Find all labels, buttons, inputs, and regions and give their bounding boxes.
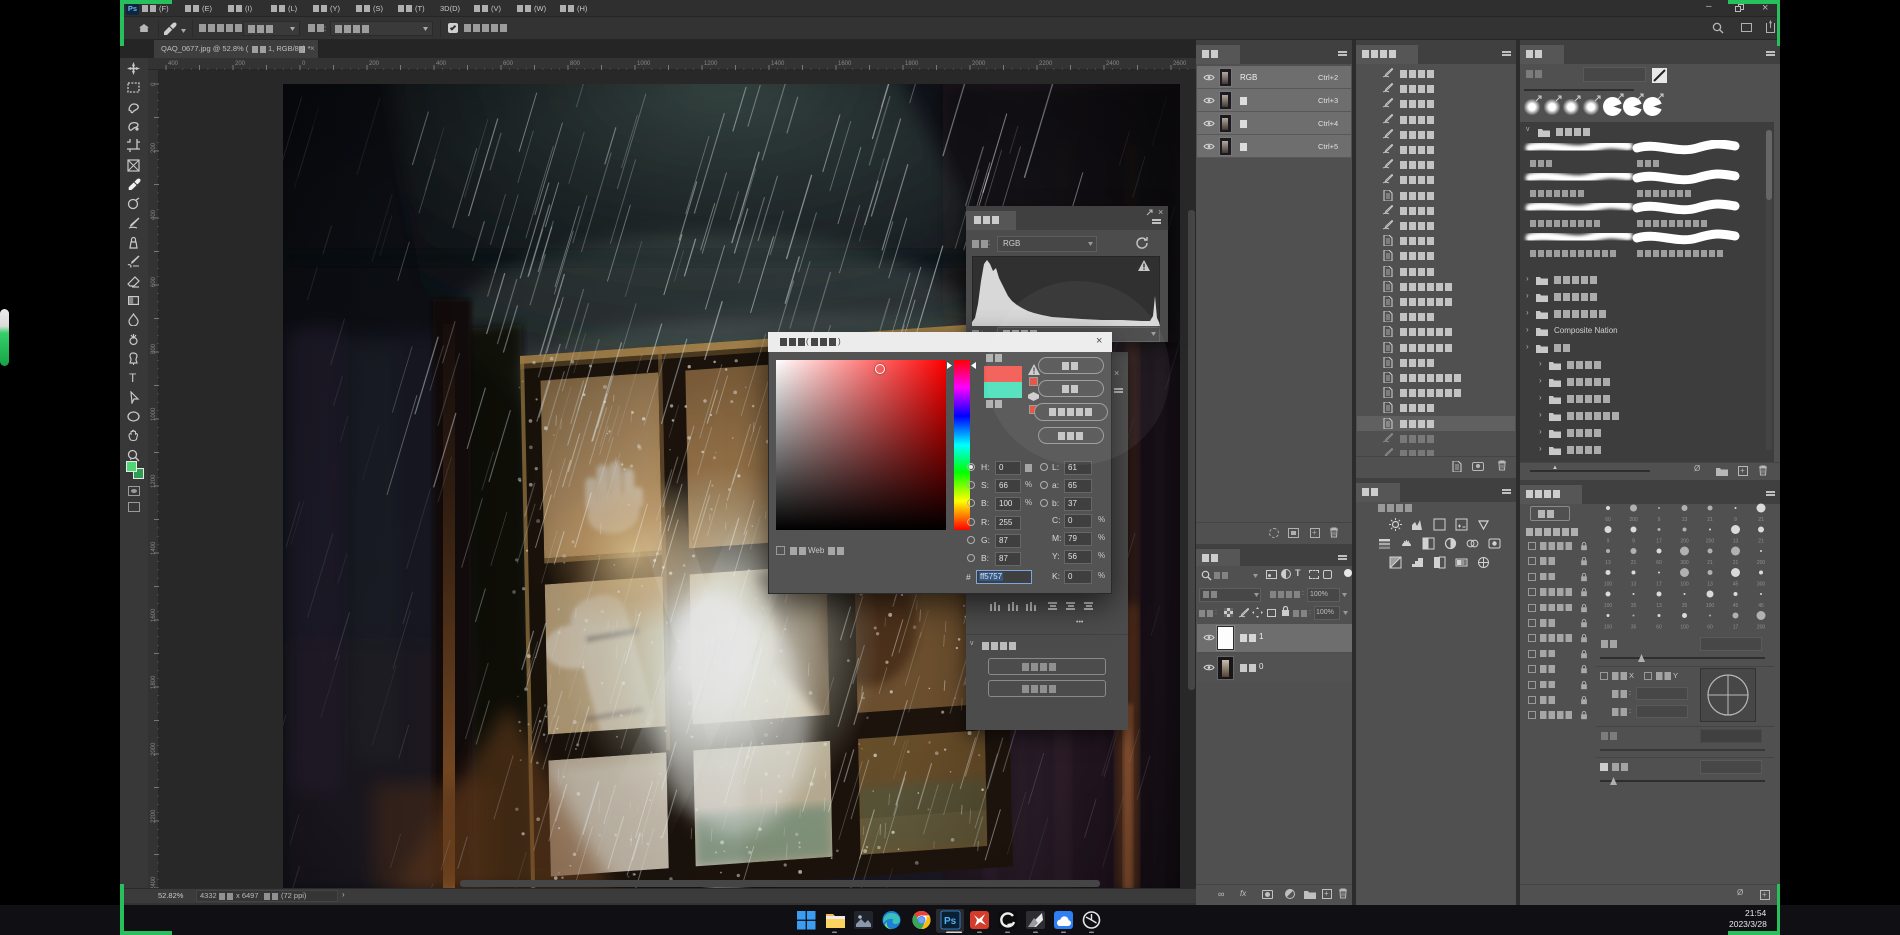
svg-text:200: 200 bbox=[1629, 517, 1638, 523]
svg-text:2000: 2000 bbox=[972, 61, 986, 67]
svg-text:13: 13 bbox=[1631, 582, 1637, 588]
svg-text:9: 9 bbox=[1734, 517, 1737, 523]
svg-text:35: 35 bbox=[1631, 603, 1637, 609]
svg-text:1600: 1600 bbox=[838, 61, 852, 67]
svg-text:35: 35 bbox=[1631, 625, 1637, 631]
svg-text:1200: 1200 bbox=[704, 61, 718, 67]
svg-text:T: T bbox=[129, 371, 137, 384]
svg-text:60: 60 bbox=[1605, 517, 1611, 523]
svg-text:1800: 1800 bbox=[905, 61, 919, 67]
svg-text:2200: 2200 bbox=[1039, 61, 1053, 67]
svg-text:2600: 2600 bbox=[1173, 61, 1187, 67]
svg-text:1200: 1200 bbox=[151, 474, 157, 488]
svg-text:13: 13 bbox=[1682, 517, 1688, 523]
svg-text:100: 100 bbox=[1604, 582, 1613, 588]
svg-text:21: 21 bbox=[1631, 560, 1637, 566]
svg-text:100: 100 bbox=[1604, 603, 1613, 609]
svg-text:45: 45 bbox=[1733, 582, 1739, 588]
svg-text:800: 800 bbox=[570, 61, 581, 67]
svg-text:21: 21 bbox=[1733, 560, 1739, 566]
svg-text:600: 600 bbox=[151, 276, 157, 287]
svg-text:9: 9 bbox=[1607, 539, 1610, 545]
svg-text:45: 45 bbox=[1733, 603, 1739, 609]
svg-text:60: 60 bbox=[1656, 560, 1662, 566]
svg-text:100: 100 bbox=[1680, 625, 1689, 631]
svg-text:200: 200 bbox=[369, 61, 380, 67]
svg-text:13: 13 bbox=[1656, 603, 1662, 609]
svg-text:400: 400 bbox=[168, 61, 179, 67]
svg-text:200: 200 bbox=[235, 61, 246, 67]
svg-text:200: 200 bbox=[1757, 625, 1766, 631]
svg-text:200: 200 bbox=[151, 142, 157, 153]
svg-text:400: 400 bbox=[151, 209, 157, 220]
svg-text:60: 60 bbox=[1707, 625, 1713, 631]
svg-text:200: 200 bbox=[1680, 539, 1689, 545]
svg-text:60: 60 bbox=[1656, 625, 1662, 631]
svg-text:21: 21 bbox=[1758, 517, 1764, 523]
svg-text:13: 13 bbox=[1707, 582, 1713, 588]
svg-text:13: 13 bbox=[1733, 539, 1739, 545]
svg-text:0: 0 bbox=[151, 82, 157, 86]
svg-text:9: 9 bbox=[1632, 539, 1635, 545]
svg-text:0: 0 bbox=[302, 61, 306, 67]
svg-text:45: 45 bbox=[1758, 603, 1764, 609]
svg-text:600: 600 bbox=[503, 61, 514, 67]
svg-text:1600: 1600 bbox=[151, 608, 157, 622]
svg-text:2200: 2200 bbox=[151, 809, 157, 823]
svg-text:400: 400 bbox=[436, 61, 447, 67]
svg-text:2000: 2000 bbox=[151, 742, 157, 756]
svg-text:1400: 1400 bbox=[771, 61, 785, 67]
svg-text:17: 17 bbox=[1656, 539, 1662, 545]
svg-text:200: 200 bbox=[1706, 539, 1715, 545]
svg-text:300: 300 bbox=[1757, 582, 1766, 588]
svg-text:21: 21 bbox=[1758, 539, 1764, 545]
svg-text:17: 17 bbox=[1733, 625, 1739, 631]
svg-text:200: 200 bbox=[1757, 560, 1766, 566]
svg-text:17: 17 bbox=[1656, 582, 1662, 588]
svg-text:35: 35 bbox=[1682, 603, 1688, 609]
svg-text:800: 800 bbox=[151, 343, 157, 354]
svg-text:Ps: Ps bbox=[944, 916, 957, 927]
svg-text:9: 9 bbox=[1658, 517, 1661, 523]
svg-text:21: 21 bbox=[1707, 560, 1713, 566]
svg-text:100: 100 bbox=[1604, 625, 1613, 631]
svg-text:300: 300 bbox=[1680, 560, 1689, 566]
svg-text:100: 100 bbox=[1706, 603, 1715, 609]
svg-text:13: 13 bbox=[1605, 560, 1611, 566]
svg-text:2400: 2400 bbox=[1106, 61, 1120, 67]
svg-text:21: 21 bbox=[1707, 517, 1713, 523]
svg-text:1000: 1000 bbox=[637, 61, 651, 67]
svg-text:1000: 1000 bbox=[151, 407, 157, 421]
svg-text:1800: 1800 bbox=[151, 675, 157, 689]
svg-text:1400: 1400 bbox=[151, 541, 157, 555]
svg-text:100: 100 bbox=[1680, 582, 1689, 588]
